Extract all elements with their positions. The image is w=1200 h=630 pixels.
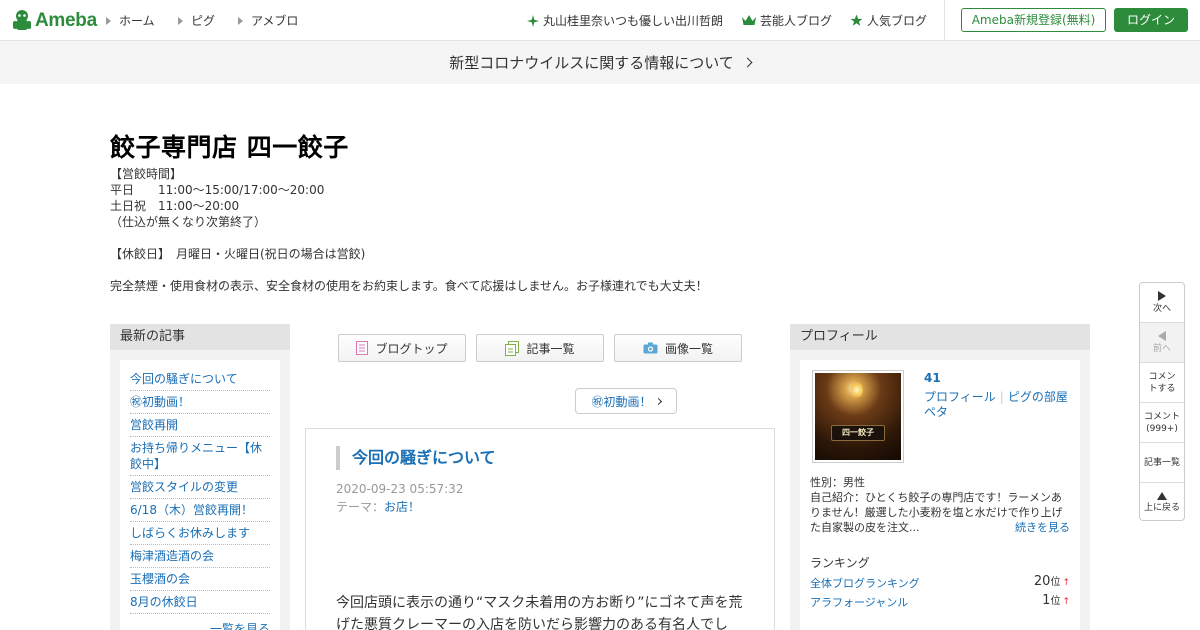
article-title[interactable]: 今回の騒ぎについて [336, 446, 496, 470]
profile-heading: プロフィール [790, 324, 1090, 350]
ranking-row[interactable]: 全体ブログランキング 20位 ↑ [810, 574, 1070, 591]
prev-article-button[interactable]: 前へ [1140, 323, 1184, 363]
article-date: 2020-09-23 05:57:32 [336, 482, 464, 496]
ranking-row[interactable]: アラフォージャンル 1位 ↑ [810, 593, 1070, 610]
recent-article-link[interactable]: しばらくお休みします [130, 522, 270, 545]
article-theme-label: テーマ： [336, 500, 385, 514]
ranking-value: 1位 ↑ [1042, 593, 1070, 608]
article-list-nav-button[interactable]: 記事一覧 [1140, 443, 1184, 483]
view-all-articles-link[interactable]: 一覧を見る [130, 614, 270, 630]
recent-article-link[interactable]: 営餃再開 [130, 414, 270, 437]
recent-article-link[interactable]: 今回の騒ぎについて [130, 368, 270, 391]
trending-topic-label: 丸山桂里奈いつも優しい出川哲朗 [543, 14, 724, 28]
ranking-label[interactable]: アラフォージャンル [810, 596, 908, 609]
nav-pig-label: ピグ [191, 14, 216, 28]
ranking-heading: ランキング [810, 556, 870, 570]
caret-right-icon [238, 16, 243, 25]
chevron-right-icon [742, 57, 753, 68]
global-header: Ameba ホーム ピグ アメブロ 丸山桂里奈いつも優しい出川哲朗 芸能人ブログ… [0, 0, 1200, 41]
back-to-top-button[interactable]: 上に戻る [1140, 483, 1184, 520]
rank-up-icon: ↑ [1062, 578, 1070, 588]
featured-article-link[interactable]: ㊗初動画！ [575, 388, 677, 414]
avatar-image: 四一餃子 [815, 373, 901, 460]
prev-arrow-icon [1158, 330, 1166, 341]
up-arrow-icon [1157, 492, 1167, 500]
caret-right-icon [178, 16, 183, 25]
recent-article-link[interactable]: お持ち帰りメニュー【休餃中】 [130, 437, 270, 476]
popular-blog-link[interactable]: 人気ブログ [850, 12, 927, 29]
covid-info-text: 新型コロナウイルスに関する情報について [449, 54, 734, 72]
recent-article-link[interactable]: 8月の休餃日 [130, 591, 270, 614]
logo-text: Ameba [35, 10, 97, 31]
star-icon [850, 14, 863, 26]
celebrity-blog-link[interactable]: 芸能人ブログ [742, 12, 832, 29]
comment-count-button[interactable]: コメント (999+) [1140, 403, 1184, 443]
article-theme: テーマ：お店！ [336, 498, 420, 515]
profile-link[interactable]: プロフィール [924, 390, 996, 404]
nav-home-label: ホーム [119, 14, 155, 28]
profile-name[interactable]: 41 [924, 371, 941, 385]
shop-sign: 四一餃子 [831, 425, 885, 441]
nav-pig[interactable]: ピグ [178, 12, 215, 29]
image-list-label: 画像一覧 [664, 341, 713, 356]
header-divider [944, 0, 945, 40]
article-list-button[interactable]: 記事一覧 [476, 334, 604, 362]
article-card: 今回の騒ぎについて 2020-09-23 05:57:32 テーマ：お店！ 今回… [305, 428, 775, 630]
profile-sex: 性別：男性 [810, 476, 865, 489]
nav-ameblo-label: アメブロ [251, 14, 299, 28]
caret-right-icon [106, 16, 111, 25]
celebrity-blog-label: 芸能人ブログ [760, 14, 833, 28]
article-list-label: 記事一覧 [526, 341, 575, 356]
nav-ameblo[interactable]: アメブロ [238, 12, 298, 29]
sparkle-icon [527, 14, 539, 27]
rank-up-icon: ↑ [1062, 597, 1070, 607]
blog-description: 【営餃時間】 平日 11:00～15:00/17:00～20:00 土日祝 11… [110, 167, 708, 293]
next-article-button[interactable]: 次へ [1140, 283, 1184, 323]
recent-articles-heading: 最新の記事 [110, 324, 290, 350]
recent-article-link[interactable]: 営餃スタイルの変更 [130, 476, 270, 499]
next-arrow-icon [1158, 290, 1166, 301]
article-body: 今回店頭に表示の通り“マスク未着用の方お断り”にゴネて声を荒げた悪質クレーマーの… [336, 595, 743, 630]
recent-articles-panel: 最新の記事 今回の騒ぎについて ㊗初動画！ 営餃再開 お持ち帰りメニュー【休餃中… [110, 324, 290, 630]
login-button[interactable]: ログイン [1114, 8, 1188, 32]
read-more-link[interactable]: 続きを見る [1011, 519, 1070, 535]
image-list-button[interactable]: 画像一覧 [614, 334, 742, 362]
crown-icon [742, 15, 756, 25]
profile-content: 四一餃子 41 プロフィール | ピグの部屋 ペタ 性別：男性 自己紹介：ひとくち餃… [800, 360, 1080, 630]
recent-article-link[interactable]: 6/18（木）営餃再開！ [130, 499, 270, 522]
register-button[interactable]: Ameba新規登録(無料) [961, 8, 1106, 32]
nav-home[interactable]: ホーム [106, 12, 155, 29]
recent-article-link[interactable]: 梅津酒造酒の会 [130, 545, 270, 568]
ranking-value: 20位 ↑ [1033, 574, 1070, 589]
camera-icon [643, 342, 658, 354]
pig-room-link[interactable]: ピグの部屋 [1008, 390, 1068, 404]
recent-article-link[interactable]: ㊗初動画！ [130, 391, 270, 414]
document-icon [356, 341, 369, 355]
floating-nav: 次へ 前へ コメントする コメント (999+) 記事一覧 上に戻る [1139, 282, 1185, 521]
covid-info-banner[interactable]: 新型コロナウイルスに関する情報について [0, 41, 1200, 84]
recent-article-link[interactable]: 玉櫻酒の会 [130, 568, 270, 591]
blog-top-label: ブログトップ [375, 341, 448, 356]
ameba-logo[interactable]: Ameba [12, 8, 97, 34]
copy-documents-icon [505, 340, 520, 356]
ranking-label[interactable]: 全体ブログランキング [810, 577, 920, 590]
ameba-mascot-icon [13, 10, 31, 30]
blog-title[interactable]: 餃子専門店 四一餃子 [110, 128, 349, 164]
recent-articles-list: 今回の騒ぎについて ㊗初動画！ 営餃再開 お持ち帰りメニュー【休餃中】 営餃スタ… [120, 360, 280, 630]
article-theme-link[interactable]: お店！ [384, 500, 420, 514]
featured-article-label: ㊗初動画！ [591, 394, 652, 409]
profile-panel: プロフィール 四一餃子 41 プロフィール | ピグの部屋 ペタ 性別：男性 自己紹… [790, 324, 1090, 630]
chevron-right-icon [654, 397, 662, 405]
comment-button[interactable]: コメントする [1140, 363, 1184, 403]
popular-blog-label: 人気ブログ [867, 14, 928, 28]
lamp-glow [851, 381, 863, 399]
peta-link[interactable]: ペタ [924, 405, 948, 419]
trending-topic-link[interactable]: 丸山桂里奈いつも優しい出川哲朗 [527, 12, 723, 29]
profile-avatar[interactable]: 四一餃子 [812, 370, 904, 463]
profile-links: プロフィール | ピグの部屋 ペタ [924, 390, 1068, 419]
blog-top-button[interactable]: ブログトップ [338, 334, 466, 362]
